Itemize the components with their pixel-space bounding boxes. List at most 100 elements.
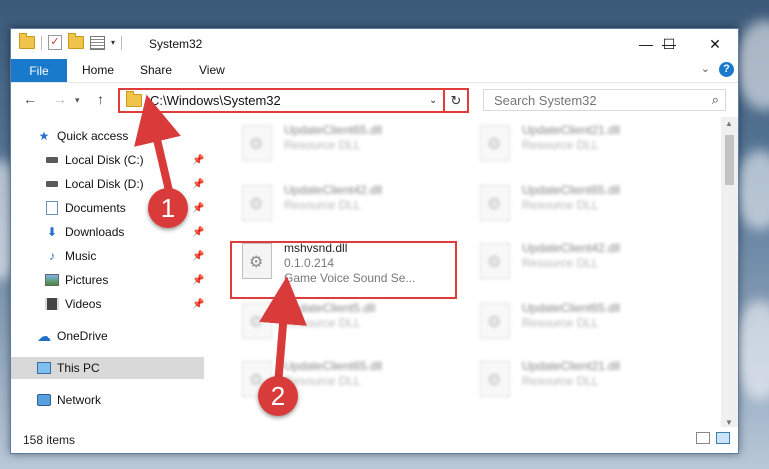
search-icon[interactable]: ⌕ (712, 92, 719, 108)
file-type: Resource DLL (522, 138, 599, 152)
drive-icon (45, 178, 59, 190)
pictures-icon (45, 274, 59, 286)
sidebar-item-label: Videos (65, 297, 102, 311)
pin-icon[interactable]: 📌 (192, 299, 204, 310)
sidebar-item-label: Local Disk (C:) (65, 153, 144, 167)
dll-file-icon (242, 125, 272, 161)
sidebar-item-label: Quick access (57, 129, 129, 143)
file-name: UpdateClient65.dll (522, 301, 621, 315)
file-tile[interactable]: UpdateClient65.dll Resource DLL (476, 299, 696, 345)
address-dropdown-chevron-icon[interactable]: ⌄ (429, 95, 443, 106)
pin-icon[interactable]: 📌 (192, 179, 204, 190)
expand-ribbon-chevron-icon[interactable]: ⌄ (701, 62, 710, 75)
sidebar-item-label: Pictures (65, 273, 109, 287)
sidebar-item-label: This PC (57, 361, 100, 375)
file-name: UpdateClient5.dll (284, 301, 376, 315)
sidebar-item-music[interactable]: ♪ Music 📌 (11, 245, 204, 267)
tab-share[interactable]: Share (140, 63, 172, 77)
file-name: UpdateClient21.dll (522, 123, 621, 137)
pin-icon[interactable]: 📌 (192, 155, 204, 166)
file-name: UpdateClient65.dll (284, 359, 383, 373)
address-bar[interactable]: C:\Windows\System32 ⌄ ↻ (118, 88, 469, 113)
sidebar-item-label: Local Disk (D:) (65, 177, 144, 191)
navigation-bar: ← → ▾ ↑ C:\Windows\System32 ⌄ ↻ ⌕ (11, 83, 738, 117)
tab-view[interactable]: View (199, 63, 225, 77)
address-path[interactable]: C:\Windows\System32 (150, 93, 429, 108)
dll-file-icon (480, 185, 510, 221)
callout-step-2: 2 (258, 376, 298, 416)
sidebar-item-label: Documents (65, 201, 126, 215)
background-cloud (735, 150, 769, 230)
sidebar-item-label: Network (57, 393, 102, 407)
new-folder-icon[interactable] (68, 33, 84, 49)
file-tile[interactable]: UpdateClient21.dll Resource DLL (476, 121, 696, 167)
dll-file-icon (480, 125, 510, 161)
dll-file-icon (242, 303, 272, 339)
dll-file-icon (480, 303, 510, 339)
sidebar-item-pictures[interactable]: Pictures 📌 (11, 269, 204, 291)
scroll-thumb[interactable] (725, 135, 734, 185)
vertical-scrollbar[interactable]: ▲ ▼ (721, 117, 738, 429)
file-name: UpdateClient65.dll (522, 183, 621, 197)
tab-home[interactable]: Home (82, 63, 114, 77)
sidebar-item-local-disk-c[interactable]: Local Disk (C:) 📌 (11, 149, 204, 171)
details-view-icon[interactable] (696, 432, 710, 444)
quick-access-toolbar: ✓ ▾ (19, 33, 123, 50)
file-tile[interactable]: UpdateClient5.dll Resource DLL (238, 299, 458, 345)
music-icon: ♪ (49, 249, 55, 263)
search-input[interactable] (492, 91, 696, 109)
file-highlight-box (230, 241, 457, 299)
folder-icon (19, 33, 35, 49)
sidebar-item-label: Downloads (65, 225, 125, 239)
pin-icon[interactable]: 📌 (192, 227, 204, 238)
file-tile[interactable]: UpdateClient42.dll Resource DLL (238, 181, 458, 227)
up-arrow-icon[interactable]: ↑ (97, 91, 104, 107)
pin-icon[interactable]: 📌 (192, 203, 204, 214)
pin-icon[interactable]: 📌 (192, 275, 204, 286)
sidebar-item-network[interactable]: Network (11, 389, 204, 411)
file-type: Resource DLL (284, 198, 361, 212)
dll-file-icon (242, 185, 272, 221)
file-name: UpdateClient65.dll (284, 123, 383, 137)
recent-locations-chevron-icon[interactable]: ▾ (75, 95, 80, 106)
download-icon: ⬇ (46, 225, 58, 239)
tab-file[interactable]: File (11, 59, 67, 82)
computer-icon (37, 362, 51, 374)
sidebar-item-videos[interactable]: Videos 📌 (11, 293, 204, 315)
scroll-up-icon[interactable]: ▲ (725, 119, 733, 128)
sidebar-item-quick-access[interactable]: ★ Quick access (11, 125, 204, 147)
file-tile[interactable]: UpdateClient65.dll Resource DLL (476, 181, 696, 227)
item-count: 158 items (23, 433, 76, 447)
file-tile[interactable]: UpdateClient42.dll Resource DLL (476, 239, 696, 285)
search-box[interactable]: ⌕ (483, 89, 726, 111)
file-type: Resource DLL (284, 138, 361, 152)
divider (121, 35, 123, 50)
file-tile[interactable]: UpdateClient65.dll Resource DLL (238, 121, 458, 167)
pin-icon[interactable]: 📌 (192, 251, 204, 262)
maximize-button[interactable]: ☐ (646, 29, 692, 59)
sidebar-item-this-pc[interactable]: This PC (11, 357, 204, 379)
videos-icon (45, 298, 59, 310)
sidebar-item-onedrive[interactable]: ☁ OneDrive (11, 325, 204, 347)
callout-step-1: 1 (148, 188, 188, 228)
file-name: UpdateClient42.dll (284, 183, 383, 197)
folder-icon (126, 91, 142, 107)
scroll-down-icon[interactable]: ▼ (725, 418, 733, 427)
dll-file-icon (480, 243, 510, 279)
refresh-icon[interactable]: ↻ (443, 90, 467, 111)
star-icon: ★ (38, 129, 50, 143)
navigation-pane: ★ Quick access Local Disk (C:) 📌 Local D… (11, 117, 204, 429)
customize-toolbar-arrow-icon[interactable]: ▾ (111, 38, 115, 47)
tiles-view-icon[interactable] (716, 432, 730, 444)
dll-file-icon (480, 361, 510, 397)
sidebar-item-label: OneDrive (57, 329, 108, 343)
file-type: Resource DLL (522, 316, 599, 330)
forward-arrow-icon[interactable]: → (53, 91, 67, 107)
properties-check-icon[interactable]: ✓ (48, 35, 62, 50)
documents-icon (45, 201, 59, 215)
back-arrow-icon[interactable]: ← (23, 91, 37, 107)
help-icon[interactable]: ? (719, 62, 734, 77)
file-tile[interactable]: UpdateClient21.dll Resource DLL (476, 357, 696, 403)
properties-icon[interactable] (90, 35, 105, 50)
close-button[interactable]: ✕ (692, 29, 738, 59)
